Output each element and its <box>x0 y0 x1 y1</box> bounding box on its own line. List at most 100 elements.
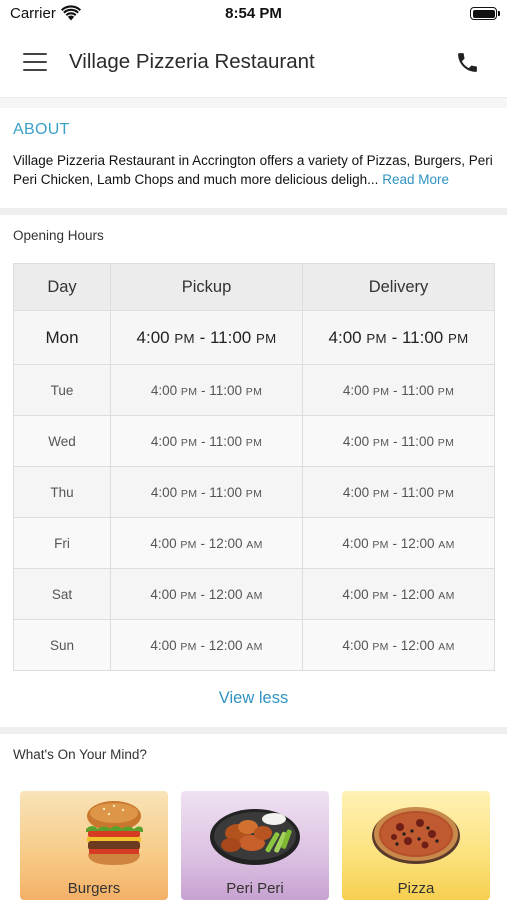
view-less-link[interactable]: View less <box>0 689 507 708</box>
close-time: 12:00 <box>400 637 435 653</box>
close-ampm-time: PM <box>437 487 455 500</box>
delivery-hours-cell: 4:00 PM - 12:00 AM <box>302 568 495 620</box>
time-separator: - <box>194 327 210 347</box>
open-ampm-time: PM <box>180 385 198 398</box>
about-text: Village Pizzeria Restaurant in Accringto… <box>13 151 498 189</box>
close-time: 11:00 <box>401 327 444 347</box>
pickup-hours-cell: 4:00 PM - 11:00 PM <box>110 364 303 416</box>
time-separator: - <box>388 637 401 653</box>
close-ampm-time: AM <box>246 589 263 602</box>
delivery-hours-cell: 4:00 PM - 11:00 PM <box>302 364 495 416</box>
day-cell: Mon <box>13 310 111 365</box>
divider <box>0 208 507 215</box>
pickup-hours-cell: 4:00 PM - 12:00 AM <box>110 619 303 671</box>
open-ampm-time: PM <box>372 538 389 551</box>
time-separator: - <box>197 382 210 398</box>
time-separator: - <box>196 586 209 602</box>
close-ampm-time: PM <box>245 436 263 449</box>
close-time: 12:00 <box>208 535 243 551</box>
open-time: 4:00 <box>150 586 177 602</box>
phone-icon[interactable] <box>455 50 480 75</box>
close-ampm-time: AM <box>438 589 455 602</box>
opening-hours-table: Day Pickup Delivery Mon 4:00 PM - 11:00 P… <box>13 263 495 671</box>
open-time: 4:00 <box>150 382 178 398</box>
open-time: 4:00 <box>150 484 178 500</box>
close-time: 12:00 <box>208 586 243 602</box>
open-ampm-time: PM <box>180 589 197 602</box>
hamburger-menu-icon[interactable] <box>23 53 47 71</box>
hours-row-wed: Wed 4:00 PM - 11:00 PM 4:00 PM - 11:00 PM <box>13 415 495 467</box>
open-ampm-time: PM <box>372 487 390 500</box>
delivery-hours-cell: 4:00 PM - 12:00 AM <box>302 517 495 569</box>
close-time: 11:00 <box>401 433 435 449</box>
opening-hours-heading: Opening Hours <box>13 228 104 243</box>
close-ampm-time: PM <box>437 385 455 398</box>
close-ampm-time: PM <box>255 330 277 346</box>
page-title: Village Pizzeria Restaurant <box>69 50 315 73</box>
category-card-pizza[interactable]: Pizza <box>342 791 490 900</box>
hours-row-thu: Thu 4:00 PM - 11:00 PM 4:00 PM - 11:00 PM <box>13 466 495 518</box>
category-label: Pizza <box>397 880 435 897</box>
category-card-peri-peri[interactable]: Peri Peri <box>181 791 329 900</box>
open-ampm-time: PM <box>366 330 387 346</box>
close-ampm-time: PM <box>245 487 263 500</box>
open-ampm-time: PM <box>372 640 389 653</box>
time-separator: - <box>389 433 402 449</box>
pizza-image <box>372 807 460 864</box>
close-time: 11:00 <box>209 433 243 449</box>
time-separator: - <box>196 535 209 551</box>
time-separator: - <box>389 382 402 398</box>
day-cell: Sun <box>13 619 111 671</box>
delivery-hours-cell: 4:00 PM - 11:00 PM <box>302 310 495 365</box>
time-separator: - <box>389 484 402 500</box>
hours-row-fri: Fri 4:00 PM - 12:00 AM 4:00 PM - 12:00 AM <box>13 517 495 569</box>
divider <box>0 727 507 734</box>
column-header-pickup: Pickup <box>110 263 303 311</box>
time-separator: - <box>197 433 210 449</box>
time-separator: - <box>388 586 401 602</box>
pickup-hours-cell: 4:00 PM - 11:00 PM <box>110 466 303 518</box>
close-time: 12:00 <box>400 586 435 602</box>
hours-row-sun: Sun 4:00 PM - 12:00 AM 4:00 PM - 12:00 AM <box>13 619 495 671</box>
category-card-burgers[interactable]: Burgers <box>20 791 168 900</box>
battery-icon <box>470 7 500 20</box>
hours-row-sat: Sat 4:00 PM - 12:00 AM 4:00 PM - 12:00 AM <box>13 568 495 620</box>
day-cell: Sat <box>13 568 111 620</box>
open-ampm-time: PM <box>180 538 197 551</box>
table-header-row: Day Pickup Delivery <box>13 263 495 311</box>
open-time: 4:00 <box>342 586 369 602</box>
day-cell: Wed <box>13 415 111 467</box>
about-section: ABOUT Village Pizzeria Restaurant in Acc… <box>0 108 507 208</box>
open-ampm-time: PM <box>180 640 197 653</box>
column-header-day: Day <box>13 263 111 311</box>
pickup-hours-cell: 4:00 PM - 11:00 PM <box>110 415 303 467</box>
open-time: 4:00 <box>150 535 177 551</box>
open-time: 4:00 <box>342 382 370 398</box>
day-cell: Fri <box>13 517 111 569</box>
hours-row-tue: Tue 4:00 PM - 11:00 PM 4:00 PM - 11:00 PM <box>13 364 495 416</box>
time-separator: - <box>197 484 210 500</box>
close-ampm-time: PM <box>447 330 469 346</box>
time-separator: - <box>196 637 209 653</box>
day-cell: Thu <box>13 466 111 518</box>
pickup-hours-cell: 4:00 PM - 11:00 PM <box>110 310 303 365</box>
open-time: 4:00 <box>342 637 369 653</box>
open-ampm-time: PM <box>180 436 198 449</box>
close-time: 11:00 <box>209 382 243 398</box>
read-more-link[interactable]: Read More <box>382 172 449 187</box>
close-time: 11:00 <box>209 484 243 500</box>
open-time: 4:00 <box>328 327 362 347</box>
hours-row-mon: Mon 4:00 PM - 11:00 PM 4:00 PM - 11:00 PM <box>13 310 495 365</box>
status-bar: Carrier 8:54 PM <box>0 0 507 28</box>
pickup-hours-cell: 4:00 PM - 12:00 AM <box>110 517 303 569</box>
open-ampm-time: PM <box>180 487 198 500</box>
close-time: 11:00 <box>401 382 435 398</box>
open-ampm-time: PM <box>372 385 390 398</box>
open-time: 4:00 <box>150 433 178 449</box>
close-ampm-time: PM <box>437 436 455 449</box>
category-label: Burgers <box>67 880 121 897</box>
delivery-hours-cell: 4:00 PM - 11:00 PM <box>302 466 495 518</box>
time-separator: - <box>388 535 401 551</box>
app-header: Village Pizzeria Restaurant <box>0 28 507 98</box>
close-ampm-time: AM <box>246 640 263 653</box>
